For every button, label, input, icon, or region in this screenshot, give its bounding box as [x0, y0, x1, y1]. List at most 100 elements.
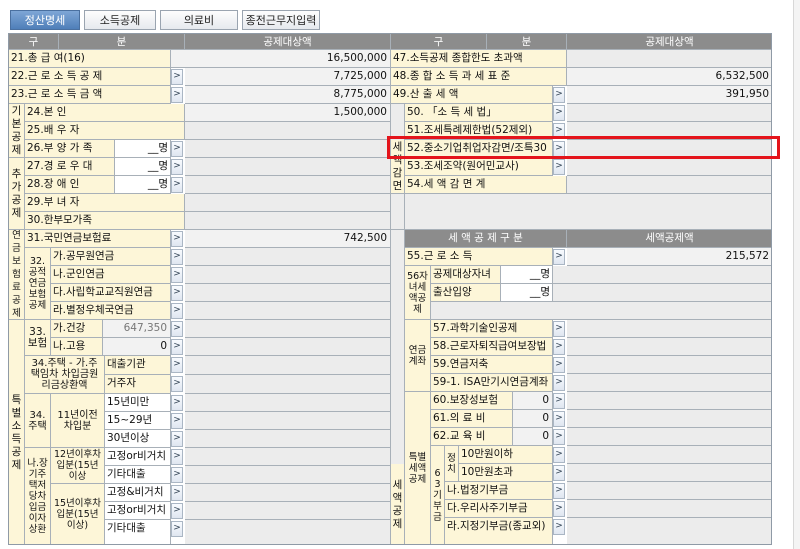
child-eligible-value[interactable] — [553, 266, 771, 284]
tab-medical-expense[interactable]: 의료비 — [160, 10, 238, 30]
tab-settlement-detail[interactable]: 정산명세 — [10, 10, 80, 30]
row-28-count[interactable]: __명 — [115, 176, 171, 194]
child-eligible-count[interactable]: __명 — [501, 266, 553, 284]
row-24-value[interactable]: 1,500,000 — [185, 104, 391, 122]
row-50-value[interactable] — [567, 104, 771, 122]
pre2011-over-30y-value[interactable] — [185, 430, 391, 448]
row-23-detail-button[interactable]: > — [171, 87, 183, 103]
row-29-value[interactable] — [185, 194, 391, 212]
row-47-value[interactable] — [567, 50, 771, 68]
row-26-value[interactable] — [185, 140, 391, 158]
insurance-employment-value[interactable]: 0 — [103, 338, 171, 356]
row-55-value[interactable]: 215,572 — [567, 248, 771, 266]
row-49-value[interactable]: 391,950 — [567, 86, 771, 104]
rent-loan-resident-value[interactable] — [185, 375, 391, 394]
row-27-detail-button[interactable]: > — [171, 159, 183, 175]
pension-military-button[interactable]: > — [171, 267, 183, 283]
row-21-value[interactable]: 16,500,000 — [171, 50, 391, 68]
pre2011-under-15y-value[interactable] — [185, 394, 391, 412]
row-59-detail-button[interactable]: > — [553, 357, 565, 373]
insurance-employment-amount[interactable] — [185, 338, 391, 356]
esop-donation-button[interactable]: > — [553, 501, 565, 517]
pension-civil-servant-button[interactable]: > — [171, 249, 183, 265]
pre2011-over-30y-button[interactable]: > — [171, 431, 183, 447]
tab-previous-workplace[interactable]: 종전근무지입력 — [242, 10, 320, 30]
row-62-value[interactable] — [567, 428, 771, 446]
child-birth-value[interactable] — [553, 284, 771, 302]
insurance-health-amount[interactable] — [185, 320, 391, 338]
row-30-value[interactable] — [185, 212, 391, 230]
row-22-detail-button[interactable]: > — [171, 69, 183, 85]
row-60-detail-button[interactable]: > — [553, 393, 565, 409]
insurance-health-button[interactable]: > — [171, 321, 183, 337]
row-49-detail-button[interactable]: > — [553, 87, 565, 103]
row-57-value[interactable] — [567, 320, 771, 338]
pension-private-school-button[interactable]: > — [171, 285, 183, 301]
row-60-count[interactable]: 0 — [513, 392, 553, 410]
row-22-value[interactable]: 7,725,000 — [185, 68, 391, 86]
esop-donation-value[interactable] — [567, 500, 771, 518]
tab-income-deduction[interactable]: 소득공제 — [84, 10, 156, 30]
row-23-value[interactable]: 8,775,000 — [185, 86, 391, 104]
rent-loan-resident-button[interactable]: > — [171, 376, 183, 392]
row-58-detail-button[interactable]: > — [553, 339, 565, 355]
post2015-fixed-or-value[interactable] — [185, 502, 391, 520]
post2012-other-value[interactable] — [185, 466, 391, 484]
pre2011-under-15y-button[interactable]: > — [171, 395, 183, 411]
row-50-detail-button[interactable]: > — [553, 105, 565, 121]
row-31-detail-button[interactable]: > — [171, 231, 183, 247]
row-28-detail-button[interactable]: > — [171, 177, 183, 193]
rent-loan-lender-button[interactable]: > — [171, 357, 183, 373]
row-25-value[interactable] — [185, 122, 391, 140]
row-57-detail-button[interactable]: > — [553, 321, 565, 337]
row-62-detail-button[interactable]: > — [553, 429, 565, 445]
political-over-100k-button[interactable]: > — [553, 465, 565, 481]
post2012-fixed-value[interactable] — [185, 448, 391, 466]
row-59-1-value[interactable] — [567, 374, 771, 392]
window-scrollbar[interactable] — [793, 0, 800, 549]
pension-military-value[interactable] — [185, 266, 391, 284]
pre2011-15-29y-value[interactable] — [185, 412, 391, 430]
child-birth-count[interactable]: __명 — [501, 284, 553, 302]
designated-donation-value[interactable] — [567, 518, 771, 544]
row-58-value[interactable] — [567, 338, 771, 356]
post2012-other-button[interactable]: > — [171, 467, 183, 483]
post2015-fixed-and-button[interactable]: > — [171, 485, 183, 501]
political-under-100k-button[interactable]: > — [553, 447, 565, 463]
rent-loan-lender-value[interactable] — [185, 356, 391, 375]
insurance-employment-button[interactable]: > — [171, 339, 183, 355]
post2015-fixed-and-value[interactable] — [185, 484, 391, 502]
row-28-value[interactable] — [185, 176, 391, 194]
pension-post-office-value[interactable] — [185, 302, 391, 320]
post2012-fixed-button[interactable]: > — [171, 449, 183, 465]
row-53-detail-button[interactable]: > — [553, 159, 565, 175]
political-under-100k-value[interactable] — [567, 446, 771, 464]
row-27-value[interactable] — [185, 158, 391, 176]
designated-donation-button[interactable]: > — [553, 519, 565, 535]
row-53-value[interactable] — [567, 158, 771, 176]
insurance-health-value[interactable]: 647,350 — [103, 320, 171, 338]
row-48-value[interactable]: 6,532,500 — [567, 68, 771, 86]
row-61-value[interactable] — [567, 410, 771, 428]
legal-donation-value[interactable] — [567, 482, 771, 500]
political-over-100k-value[interactable] — [567, 464, 771, 482]
post2015-fixed-or-button[interactable]: > — [171, 503, 183, 519]
pension-post-office-button[interactable]: > — [171, 303, 183, 319]
pension-private-school-value[interactable] — [185, 284, 391, 302]
row-55-detail-button[interactable]: > — [553, 249, 565, 265]
row-27-count[interactable]: __명 — [115, 158, 171, 176]
row-31-value[interactable]: 742,500 — [185, 230, 391, 248]
row-59-1-detail-button[interactable]: > — [553, 375, 565, 391]
row-61-count[interactable]: 0 — [513, 410, 553, 428]
row-26-detail-button[interactable]: > — [171, 141, 183, 157]
row-59-value[interactable] — [567, 356, 771, 374]
pension-civil-servant-value[interactable] — [185, 248, 391, 266]
row-60-value[interactable] — [567, 392, 771, 410]
row-26-count[interactable]: __명 — [115, 140, 171, 158]
row-54-value[interactable] — [567, 176, 771, 194]
legal-donation-button[interactable]: > — [553, 483, 565, 499]
row-62-count[interactable]: 0 — [513, 428, 553, 446]
pre2011-15-29y-button[interactable]: > — [171, 413, 183, 429]
post2015-other-value[interactable] — [185, 520, 391, 544]
post2015-other-button[interactable]: > — [171, 521, 183, 537]
